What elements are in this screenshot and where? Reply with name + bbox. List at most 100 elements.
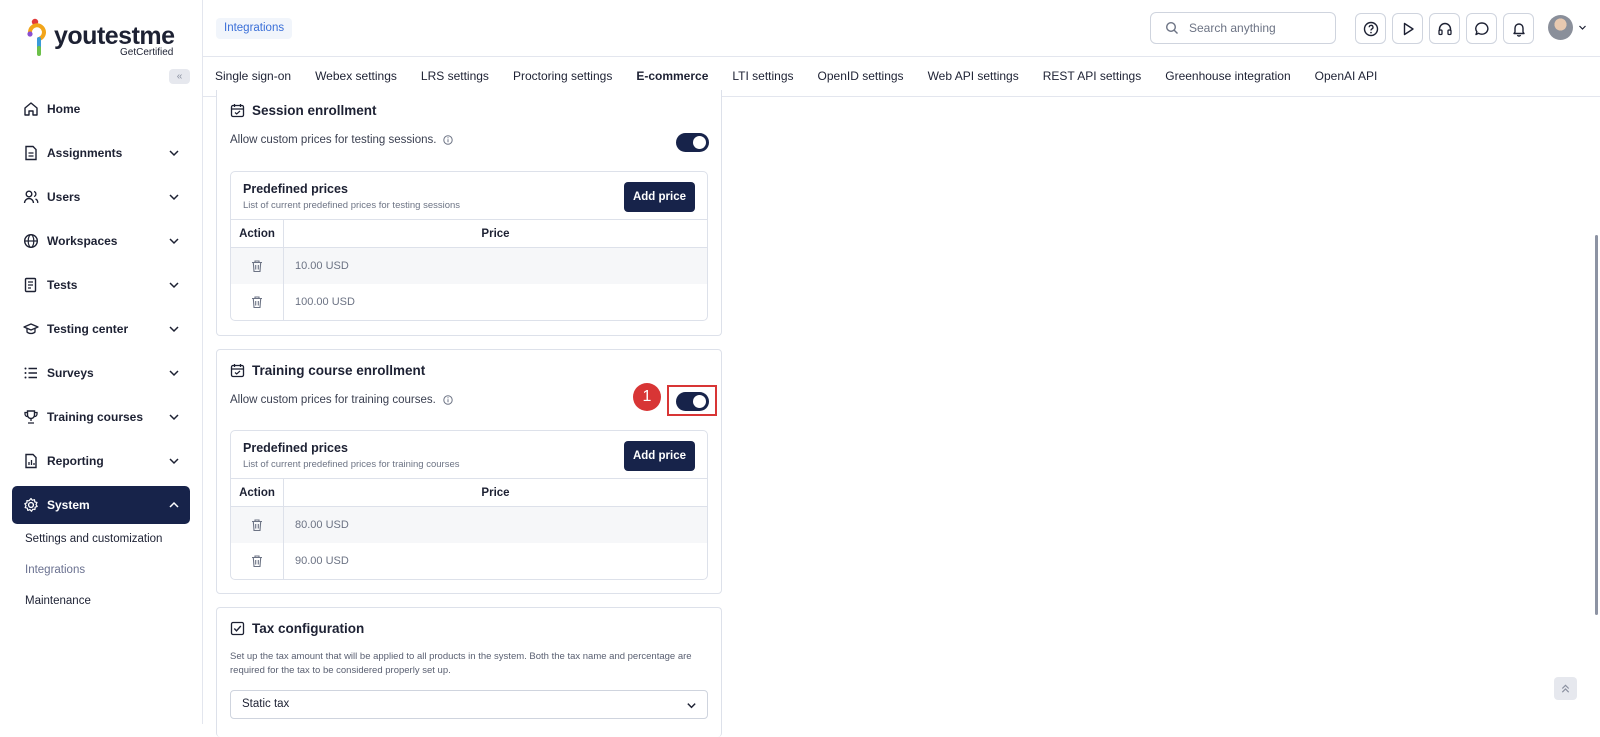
custom-prices-sessions-toggle[interactable] bbox=[676, 133, 709, 152]
calendar-icon bbox=[230, 364, 245, 378]
trash-icon[interactable] bbox=[250, 259, 264, 273]
tab-lti-settings[interactable]: LTI settings bbox=[720, 57, 805, 97]
chevron-down-icon bbox=[169, 238, 179, 245]
prices-subtitle: List of current predefined prices for tr… bbox=[243, 459, 460, 470]
table-row: 100.00 USD bbox=[231, 284, 707, 320]
sidebar-item-tests[interactable]: Tests bbox=[12, 266, 190, 304]
chat-button[interactable] bbox=[1466, 13, 1497, 44]
report-icon bbox=[25, 453, 37, 469]
table-row: 10.00 USD bbox=[231, 248, 707, 284]
collapse-sidebar-button[interactable]: « bbox=[169, 69, 190, 84]
table-header: Action Price bbox=[231, 220, 707, 248]
info-icon[interactable] bbox=[443, 395, 453, 405]
tax-configuration-card: Tax configuration Set up the tax amount … bbox=[216, 607, 722, 737]
calendar-icon bbox=[230, 104, 245, 118]
sidebar-item-system[interactable]: System bbox=[12, 486, 190, 524]
session-enrollment-card: Session enrollment Allow custom prices f… bbox=[216, 90, 722, 336]
sidebar-item-training-courses[interactable]: Training courses bbox=[12, 398, 190, 436]
price-cell: 90.00 USD bbox=[295, 555, 349, 567]
sidebar-item-home[interactable]: Home bbox=[12, 90, 190, 128]
chevron-down-icon bbox=[169, 150, 179, 157]
tab-web-api-settings[interactable]: Web API settings bbox=[916, 57, 1031, 97]
info-icon[interactable] bbox=[443, 135, 454, 145]
play-icon bbox=[1403, 22, 1414, 35]
tab-greenhouse-integration[interactable]: Greenhouse integration bbox=[1153, 57, 1302, 97]
session-enrollment-title: Session enrollment bbox=[230, 103, 377, 118]
custom-prices-sessions-setting: Allow custom prices for testing sessions… bbox=[230, 134, 454, 146]
sidebar-item-users[interactable]: Users bbox=[12, 178, 190, 216]
prices-subtitle: List of current predefined prices for te… bbox=[243, 200, 461, 211]
add-price-button[interactable]: Add price bbox=[624, 182, 695, 212]
tab-rest-api-settings[interactable]: REST API settings bbox=[1031, 57, 1154, 97]
trophy-icon bbox=[24, 410, 38, 424]
scroll-to-top-button[interactable] bbox=[1554, 677, 1577, 700]
highlight-box bbox=[667, 385, 717, 416]
training-enrollment-title: Training course enrollment bbox=[230, 363, 425, 378]
custom-prices-courses-setting: Allow custom prices for training courses… bbox=[230, 394, 453, 406]
sidebar-item-label: Training courses bbox=[47, 410, 144, 424]
chevron-down-icon bbox=[169, 414, 179, 421]
subnav-integrations[interactable]: Integrations bbox=[25, 563, 162, 594]
sidebar-item-label: Tests bbox=[47, 278, 78, 292]
double-chevron-up-icon bbox=[1561, 684, 1570, 693]
tab-openid-settings[interactable]: OpenID settings bbox=[806, 57, 916, 97]
column-price: Price bbox=[481, 228, 510, 240]
column-action: Action bbox=[231, 479, 284, 506]
prices-header: Predefined prices List of current predef… bbox=[231, 431, 707, 479]
prices-title: Predefined prices bbox=[243, 441, 348, 455]
support-button[interactable] bbox=[1429, 13, 1460, 44]
search-input[interactable]: Search anything bbox=[1150, 12, 1336, 44]
document-icon bbox=[25, 145, 37, 161]
notifications-button[interactable] bbox=[1503, 13, 1534, 44]
sidebar-item-label: Workspaces bbox=[47, 234, 118, 248]
subnav-settings-and-customization[interactable]: Settings and customization bbox=[25, 532, 162, 563]
sidebar-item-label: Home bbox=[47, 102, 81, 116]
play-tutorial-button[interactable] bbox=[1392, 13, 1423, 44]
chevron-down-icon[interactable] bbox=[1578, 23, 1587, 32]
sidebar-item-workspaces[interactable]: Workspaces bbox=[12, 222, 190, 260]
list-icon bbox=[24, 367, 37, 379]
system-subnav: Settings and customization Integrations … bbox=[25, 532, 162, 625]
subnav-maintenance[interactable]: Maintenance bbox=[25, 594, 162, 625]
chevron-down-icon bbox=[169, 458, 179, 465]
bell-icon bbox=[1512, 22, 1525, 37]
search-placeholder: Search anything bbox=[1189, 21, 1276, 35]
chevron-up-icon bbox=[169, 501, 179, 508]
sidebar-item-label: Assignments bbox=[47, 146, 123, 160]
session-predefined-prices: Predefined prices List of current predef… bbox=[230, 171, 708, 321]
chevron-down-icon bbox=[169, 282, 179, 289]
chevron-down-icon bbox=[169, 194, 179, 201]
training-predefined-prices: Predefined prices List of current predef… bbox=[230, 430, 708, 580]
brand-logo[interactable]: youtestme GetCertified bbox=[26, 18, 186, 60]
sidebar-item-label: Users bbox=[47, 190, 81, 204]
trash-icon[interactable] bbox=[250, 554, 264, 568]
logo-mark-icon bbox=[27, 18, 46, 56]
sidebar-item-testing-center[interactable]: Testing center bbox=[12, 310, 190, 348]
users-icon bbox=[23, 190, 39, 204]
scrollbar[interactable] bbox=[1595, 235, 1598, 615]
chevron-down-icon bbox=[169, 370, 179, 377]
gear-icon bbox=[24, 497, 38, 512]
add-price-button[interactable]: Add price bbox=[624, 441, 695, 471]
price-cell: 80.00 USD bbox=[295, 519, 349, 531]
sidebar-item-surveys[interactable]: Surveys bbox=[12, 354, 190, 392]
column-price: Price bbox=[481, 487, 510, 499]
sidebar-nav: Home Assignments Users Workspaces Tests … bbox=[12, 90, 190, 530]
help-button[interactable] bbox=[1355, 13, 1386, 44]
table-row: 90.00 USD bbox=[231, 543, 707, 579]
sidebar: youtestme GetCertified « Home Assignment… bbox=[0, 0, 203, 724]
tab-openai-api[interactable]: OpenAI API bbox=[1303, 57, 1390, 97]
tax-type-select[interactable]: Static tax bbox=[230, 690, 708, 719]
trash-icon[interactable] bbox=[250, 295, 264, 309]
home-icon bbox=[24, 102, 38, 116]
price-cell: 100.00 USD bbox=[295, 296, 355, 308]
trash-icon[interactable] bbox=[250, 518, 264, 532]
user-avatar[interactable] bbox=[1548, 15, 1573, 40]
tax-type-value: Static tax bbox=[242, 698, 290, 710]
sidebar-item-label: System bbox=[47, 498, 90, 512]
breadcrumb[interactable]: Integrations bbox=[216, 18, 293, 39]
sidebar-item-assignments[interactable]: Assignments bbox=[12, 134, 190, 172]
brand-tagline: GetCertified bbox=[120, 47, 174, 58]
sidebar-item-reporting[interactable]: Reporting bbox=[12, 442, 190, 480]
step-marker: 1 bbox=[633, 383, 661, 411]
